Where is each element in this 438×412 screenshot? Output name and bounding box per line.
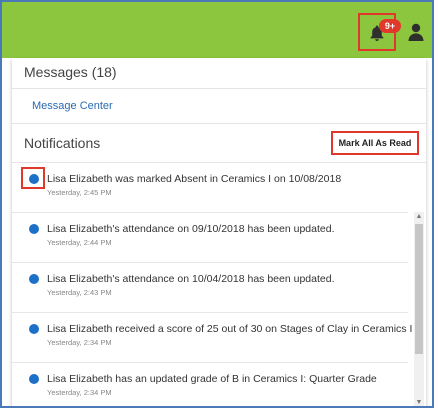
notification-item[interactable]: Lisa Elizabeth's attendance on 10/04/201… — [12, 263, 408, 313]
notification-text: Lisa Elizabeth has an updated grade of B… — [47, 373, 377, 385]
messages-title: Messages (18) — [24, 64, 117, 80]
unread-dot-icon — [29, 374, 39, 384]
notifications-title: Notifications — [24, 135, 101, 151]
unread-dot-icon — [29, 274, 39, 284]
notifications-dropdown: Messages (18) Message Center Notificatio… — [12, 58, 426, 406]
unread-dot-icon — [29, 174, 39, 184]
notification-time: Yesterday, 2:44 PM — [47, 238, 112, 247]
scroll-up-arrow-icon[interactable]: ▲ — [414, 212, 424, 222]
scroll-down-arrow-icon[interactable]: ▼ — [414, 398, 424, 406]
screenshot-frame: 9+ Messages (18) Message Center Notifica… — [0, 0, 434, 408]
notification-scrollbar[interactable]: ▲ ▼ — [414, 212, 424, 406]
notification-item[interactable]: Lisa Elizabeth has an updated grade of B… — [12, 363, 408, 406]
unread-dot-icon — [29, 224, 39, 234]
notification-text: Lisa Elizabeth was marked Absent in Cera… — [47, 173, 342, 185]
mark-all-as-read-button[interactable]: Mark All As Read — [331, 131, 419, 155]
notification-item[interactable]: Lisa Elizabeth's attendance on 09/10/201… — [12, 213, 408, 263]
notification-time: Yesterday, 2:34 PM — [47, 388, 112, 397]
notifications-header: Notifications Mark All As Read — [12, 124, 426, 163]
notification-list: Lisa Elizabeth was marked Absent in Cera… — [12, 163, 426, 406]
notification-text: Lisa Elizabeth received a score of 25 ou… — [47, 323, 413, 335]
notification-text: Lisa Elizabeth's attendance on 10/04/201… — [47, 273, 335, 285]
user-icon[interactable] — [408, 23, 424, 41]
unread-dot-icon — [29, 324, 39, 334]
notification-time: Yesterday, 2:34 PM — [47, 338, 112, 347]
notification-time: Yesterday, 2:43 PM — [47, 288, 112, 297]
messages-header: Messages (18) — [12, 58, 426, 89]
notification-text: Lisa Elizabeth's attendance on 09/10/201… — [47, 223, 335, 235]
notification-item[interactable]: Lisa Elizabeth was marked Absent in Cera… — [12, 163, 408, 213]
notification-time: Yesterday, 2:45 PM — [47, 188, 112, 197]
notification-count-badge: 9+ — [379, 19, 401, 33]
message-center-link[interactable]: Message Center — [12, 89, 426, 124]
scroll-thumb[interactable] — [415, 224, 423, 354]
notification-item[interactable]: Lisa Elizabeth received a score of 25 ou… — [12, 313, 412, 363]
notifications-button[interactable]: 9+ — [358, 13, 401, 51]
top-bar: 9+ — [2, 2, 432, 58]
